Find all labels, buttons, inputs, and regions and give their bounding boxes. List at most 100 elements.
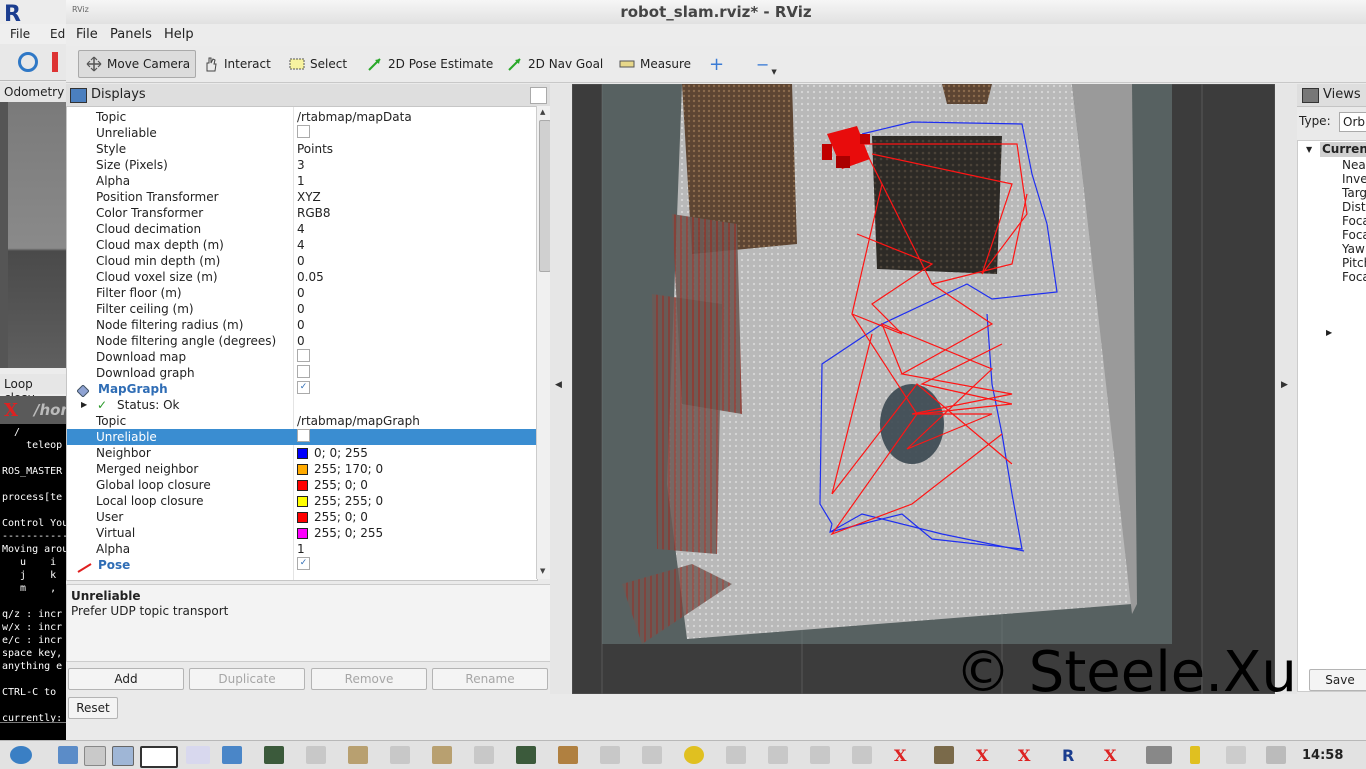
property-row[interactable]: Cloud min depth (m) 0	[67, 253, 537, 269]
terminal-task-icon-2[interactable]	[516, 746, 536, 764]
property-row[interactable]: Unreliable	[67, 429, 537, 445]
folder-icon[interactable]	[222, 746, 242, 764]
move-camera-button[interactable]: Move Camera	[78, 50, 196, 78]
property-row[interactable]: Topic/rtabmap/mapData	[67, 109, 537, 125]
pose-estimate-button[interactable]: 2D Pose Estimate	[366, 50, 493, 78]
loop-closure-tab[interactable]: Loop closu	[0, 374, 66, 405]
odometry-tab[interactable]: Odometry	[0, 82, 66, 102]
property-row[interactable]: Filter ceiling (m) 0	[67, 301, 537, 317]
view-property[interactable]: Targ	[1342, 186, 1366, 200]
files-icon[interactable]	[84, 746, 106, 766]
terminal-task-icon[interactable]	[264, 746, 284, 764]
xterm-task-icon-3[interactable]: X	[1018, 746, 1038, 765]
start-menu-icon[interactable]	[10, 746, 32, 764]
image-task-icon[interactable]	[348, 746, 368, 764]
displays-scrollbar[interactable]: ▲ ▼	[536, 106, 551, 579]
refresh-icon[interactable]	[18, 52, 38, 72]
editor-task-icon-9[interactable]	[852, 746, 872, 764]
measure-button[interactable]: Measure	[618, 50, 691, 78]
window-titlebar[interactable]: RViz robot_slam.rviz* - RViz	[66, 0, 1366, 24]
expand-current-icon[interactable]: ▼	[1306, 145, 1312, 154]
property-row[interactable]: Cloud voxel size (m) 0.05	[67, 269, 537, 285]
property-row[interactable]: Color Transformer RGB8	[67, 205, 537, 221]
property-row[interactable]: Unreliable	[67, 125, 537, 141]
editor-task-icon-6[interactable]	[726, 746, 746, 764]
view-property[interactable]: Foca	[1342, 214, 1366, 228]
window-icon[interactable]	[112, 746, 134, 766]
property-row[interactable]: Position Transformer XYZ	[67, 189, 537, 205]
property-row[interactable]: User 255; 0; 0	[67, 509, 537, 525]
collapse-right-icon[interactable]: ▶	[1281, 380, 1288, 390]
view-property[interactable]: Near	[1342, 158, 1366, 172]
rviz-task-icon-2[interactable]	[1146, 746, 1172, 764]
xterm-task-icon-4[interactable]: X	[1104, 746, 1124, 765]
editor-task-icon-8[interactable]	[810, 746, 830, 764]
expand-focal-icon[interactable]: ▶	[1326, 328, 1332, 337]
property-row[interactable]: MapGraph ✓	[67, 381, 537, 398]
views-type-select[interactable]: Orb	[1339, 112, 1366, 132]
view-property[interactable]: Inve	[1342, 172, 1366, 186]
xterm-task-icon[interactable]: X	[894, 746, 914, 765]
property-row[interactable]: Download map	[67, 349, 537, 365]
view-property[interactable]: Dista	[1342, 200, 1366, 214]
collapse-left-icon[interactable]: ◀	[555, 380, 562, 390]
color-swatch[interactable]	[297, 463, 308, 475]
right-dock-splitter[interactable]: ▶	[1275, 84, 1297, 694]
view-property[interactable]: Yaw	[1342, 242, 1365, 256]
views-tree[interactable]: ▼ Curren NearInveTargDistaFocaFocaYawPit…	[1297, 140, 1366, 692]
color-swatch[interactable]	[297, 527, 308, 539]
save-view-button[interactable]: Save	[1309, 669, 1366, 691]
expand-status-icon[interactable]: ▶	[81, 397, 87, 413]
scroll-up-icon[interactable]: ▲	[540, 108, 545, 116]
rename-button[interactable]: Rename	[432, 668, 548, 690]
property-row[interactable]: Cloud max depth (m) 4	[67, 237, 537, 253]
desktop-icon[interactable]	[58, 746, 78, 764]
add-tool-button[interactable]: +	[709, 50, 724, 78]
property-checkbox[interactable]: ✓	[297, 381, 310, 394]
rviz-task-icon[interactable]	[186, 746, 210, 764]
bg-menu-edit[interactable]: Ed	[50, 27, 65, 41]
property-row[interactable]: Global loop closure 255; 0; 0	[67, 477, 537, 493]
property-row[interactable]: Style Points	[67, 141, 537, 157]
box-task-icon[interactable]	[934, 746, 954, 764]
view-property[interactable]: Pitch	[1342, 256, 1366, 270]
menu-file[interactable]: File	[76, 27, 98, 42]
property-row[interactable]: Pose ✓	[67, 557, 537, 573]
view-property[interactable]: Foca	[1342, 270, 1366, 284]
property-row[interactable]: Download graph	[67, 365, 537, 381]
menu-help[interactable]: Help	[164, 27, 194, 42]
property-checkbox[interactable]	[297, 125, 310, 138]
property-checkbox[interactable]	[297, 429, 310, 442]
bg-menu-file[interactable]: File	[10, 27, 30, 41]
property-row[interactable]: Alpha 1	[67, 173, 537, 189]
editor-task-icon-2[interactable]	[390, 746, 410, 764]
remove-button[interactable]: Remove	[311, 668, 427, 690]
property-row[interactable]: Alpha 1	[67, 541, 537, 557]
property-checkbox[interactable]	[297, 365, 310, 378]
editor-task-icon[interactable]	[306, 746, 326, 764]
color-swatch[interactable]	[297, 511, 308, 523]
xterm-task-icon-2[interactable]: X	[976, 746, 996, 765]
remove-tool-button[interactable]: − ▼	[756, 50, 777, 78]
lego-task-icon[interactable]	[684, 746, 704, 764]
property-row[interactable]: Filter floor (m) 0	[67, 285, 537, 301]
property-checkbox[interactable]: ✓	[297, 557, 310, 570]
view-property[interactable]: Foca	[1342, 228, 1366, 242]
menu-panels[interactable]: Panels	[110, 27, 152, 42]
volume-icon[interactable]	[1266, 746, 1286, 764]
undock-button[interactable]	[530, 87, 547, 104]
network-icon[interactable]	[1226, 746, 1246, 764]
editor-task-icon-4[interactable]	[600, 746, 620, 764]
add-button[interactable]: Add	[68, 668, 184, 690]
property-row[interactable]: Virtual 255; 0; 255	[67, 525, 537, 541]
rtabmap-task-icon[interactable]: R	[1062, 746, 1082, 765]
duplicate-button[interactable]: Duplicate	[189, 668, 305, 690]
scroll-down-icon[interactable]: ▼	[540, 567, 545, 575]
select-button[interactable]: Select	[288, 50, 347, 78]
color-swatch[interactable]	[297, 479, 308, 491]
property-row[interactable]: Size (Pixels) 3	[67, 157, 537, 173]
interact-button[interactable]: Interact	[202, 50, 271, 78]
reset-button[interactable]: Reset	[68, 697, 118, 719]
render-3d-view[interactable]	[572, 84, 1275, 694]
stop-icon[interactable]	[52, 52, 58, 72]
